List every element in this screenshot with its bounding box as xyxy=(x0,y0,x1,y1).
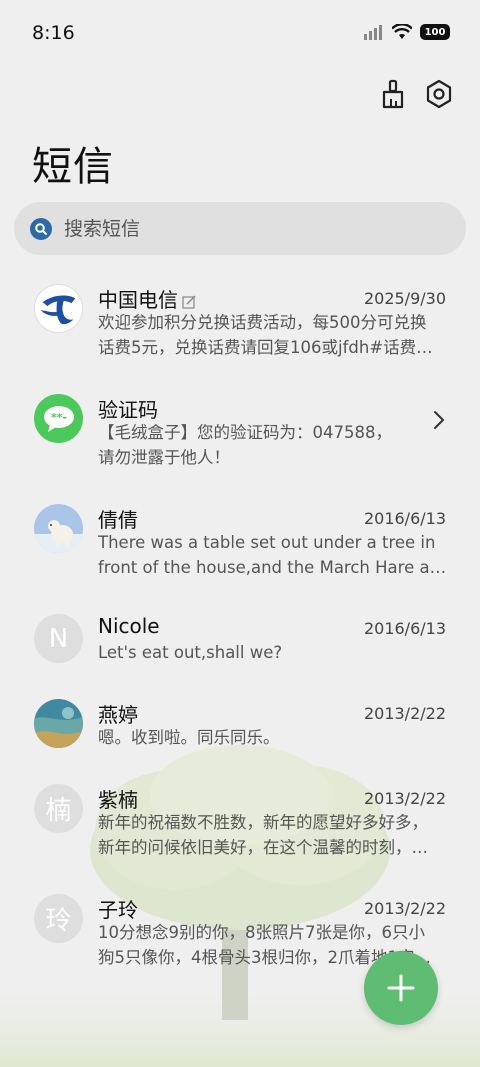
settings-button[interactable] xyxy=(424,78,454,110)
new-message-button[interactable] xyxy=(364,951,438,1025)
contact-name: 子玲 xyxy=(98,898,138,922)
message-preview: 欢迎参加积分兑换话费活动，每500分可兑换 话费5元，兑换话费请回复106或jf… xyxy=(98,313,433,357)
svg-text:**-: **- xyxy=(50,411,66,424)
conversation-item[interactable]: **- 验证码 【毛绒盒子】您的验证码为：047588， 请勿泄露于他人！ xyxy=(0,378,480,488)
conversation-list: 中国电信 2025/9/30 欢迎参加积分兑换话费活动，每500分可兑换 话费5… xyxy=(0,268,480,988)
conversation-item[interactable]: 中国电信 2025/9/30 欢迎参加积分兑换话费活动，每500分可兑换 话费5… xyxy=(0,268,480,378)
message-date: 2013/2/22 xyxy=(363,704,446,723)
status-time: 8:16 xyxy=(32,22,75,44)
contact-name: 紫楠 xyxy=(98,788,138,812)
polar-bear-photo xyxy=(34,504,83,553)
message-preview: 新年的祝福数不胜数，新年的愿望好多好多， 新年的问候依旧美好，在这个温馨的时刻，… xyxy=(98,813,428,857)
message-date: 2013/2/22 xyxy=(363,789,446,808)
conversation-item[interactable]: 楠 紫楠 2013/2/22 新年的祝福数不胜数，新年的愿望好多好多， 新年的问… xyxy=(0,768,480,878)
chevron-right-icon[interactable] xyxy=(432,408,446,432)
contact-name: 中国电信 xyxy=(98,284,196,313)
contact-name: 燕婷 xyxy=(98,703,138,727)
message-date: 2016/6/13 xyxy=(363,509,446,528)
contact-name: 倩倩 xyxy=(98,508,138,532)
avatar: 楠 xyxy=(34,784,83,833)
conversation-item[interactable]: 倩倩 2016/6/13 There was a table set out u… xyxy=(0,488,480,598)
status-bar: 8:16 100 xyxy=(0,0,480,68)
message-bubble-icon: **- xyxy=(34,394,83,443)
page-title: 短信 xyxy=(32,144,114,190)
china-telecom-logo xyxy=(34,284,83,333)
search-bar[interactable] xyxy=(14,202,466,255)
search-input[interactable] xyxy=(64,217,424,240)
edit-icon xyxy=(182,295,196,309)
avatar: N xyxy=(34,614,83,663)
search-icon xyxy=(30,217,52,240)
top-actions xyxy=(378,78,454,110)
message-preview: There was a table set out under a tree i… xyxy=(98,533,448,577)
contact-name: Nicole xyxy=(98,614,160,638)
gear-icon xyxy=(426,79,452,109)
wifi-icon xyxy=(392,24,412,39)
broom-icon xyxy=(382,79,404,109)
conversation-item[interactable]: N Nicole 2016/6/13 Let's eat out,shall w… xyxy=(0,598,480,683)
contact-name: 验证码 xyxy=(98,398,158,422)
status-icons: 100 xyxy=(364,24,450,40)
plus-icon xyxy=(387,974,415,1002)
message-date: 2025/9/30 xyxy=(363,289,446,308)
message-date: 2013/2/22 xyxy=(363,899,446,918)
avatar: 玲 xyxy=(34,894,83,943)
clean-button[interactable] xyxy=(378,78,408,110)
message-preview: Let's eat out,shall we? xyxy=(98,643,283,662)
signal-icon xyxy=(364,25,382,40)
message-preview: 嗯。收到啦。同乐同乐。 xyxy=(98,728,280,747)
battery-icon: 100 xyxy=(420,24,450,40)
message-date: 2016/6/13 xyxy=(363,619,446,638)
message-preview: 【毛绒盒子】您的验证码为：047588， 请勿泄露于他人！ xyxy=(98,423,392,467)
conversation-item[interactable]: 燕婷 2013/2/22 嗯。收到啦。同乐同乐。 xyxy=(0,683,480,768)
landscape-photo xyxy=(34,699,83,748)
